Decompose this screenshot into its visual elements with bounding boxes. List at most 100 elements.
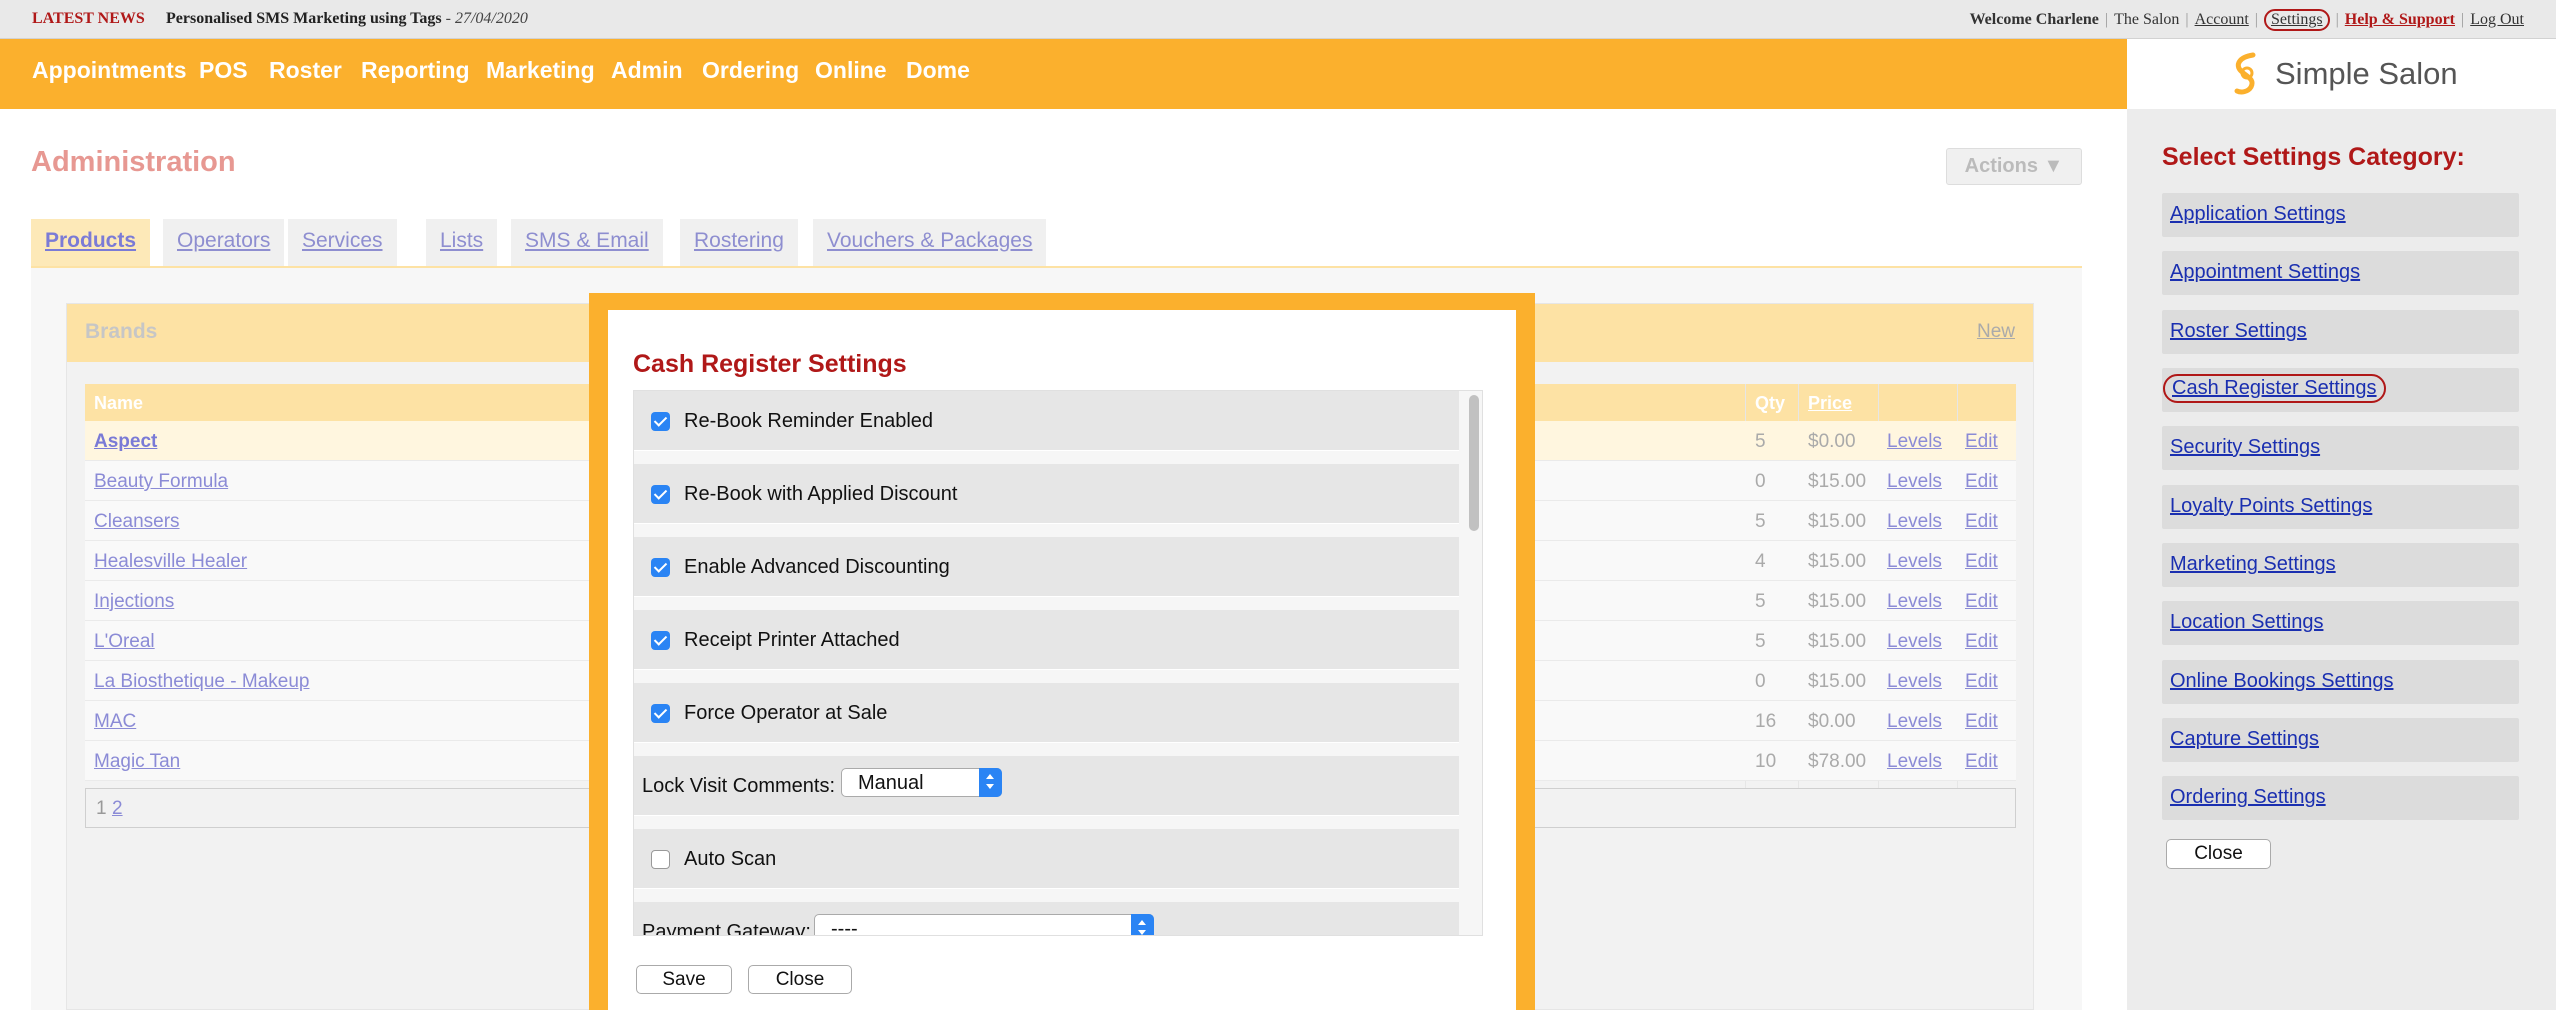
help-support-link[interactable]: Help & Support — [2345, 11, 2455, 29]
modal-close-button[interactable]: Close — [748, 965, 852, 994]
category-link[interactable]: Location Settings — [2170, 611, 2323, 634]
nav-roster[interactable]: Roster — [269, 57, 342, 84]
nav-ordering[interactable]: Ordering — [702, 57, 799, 84]
levels-link[interactable]: Levels — [1887, 631, 1942, 653]
edit-link[interactable]: Edit — [1965, 431, 1998, 453]
edit-link[interactable]: Edit — [1965, 711, 1998, 733]
tab-lists[interactable]: Lists — [426, 219, 498, 266]
category-link[interactable]: Online Bookings Settings — [2170, 670, 2393, 693]
category-appointment-settings[interactable]: Appointment Settings — [2162, 251, 2519, 295]
levels-link[interactable]: Levels — [1887, 711, 1942, 733]
setting-row-auto-scan: Auto Scan — [634, 829, 1459, 889]
edit-link[interactable]: Edit — [1965, 471, 1998, 493]
levels-link[interactable]: Levels — [1887, 671, 1942, 693]
account-link[interactable]: Account — [2195, 11, 2249, 29]
tab-services[interactable]: Services — [288, 219, 397, 266]
brand-name-link[interactable]: L'Oreal — [94, 631, 155, 653]
nav-online[interactable]: Online — [815, 57, 887, 84]
nav-reporting[interactable]: Reporting — [361, 57, 470, 84]
category-roster-settings[interactable]: Roster Settings — [2162, 310, 2519, 354]
category-link[interactable]: Security Settings — [2170, 436, 2320, 459]
tab-sms-email[interactable]: SMS & Email — [511, 219, 663, 266]
levels-link[interactable]: Levels — [1887, 431, 1942, 453]
news-headline[interactable]: Personalised SMS Marketing using Tags - … — [166, 10, 528, 28]
setting-row-advanced-discounting: Enable Advanced Discounting — [634, 537, 1459, 708]
brand-name-link[interactable]: Healesville Healer — [94, 551, 247, 573]
edit-link[interactable]: Edit — [1965, 511, 1998, 533]
edit-link[interactable]: Edit — [1965, 591, 1998, 613]
payment-gateway-select[interactable]: ---- — [814, 914, 1154, 936]
edit-link[interactable]: Edit — [1965, 551, 1998, 573]
simple-salon-logo[interactable]: Simple Salon — [2229, 51, 2458, 97]
tab-vouchers-packages[interactable]: Vouchers & Packages — [813, 219, 1047, 266]
brand-price: $15.00 — [1808, 671, 1867, 692]
save-button[interactable]: Save — [636, 965, 732, 994]
brand-qty: 10 — [1755, 751, 1777, 772]
rebook-reminder-checkbox[interactable] — [651, 412, 670, 431]
lock-visit-comments-select[interactable]: Manual — [841, 768, 1002, 797]
tab-products[interactable]: Products — [31, 219, 151, 266]
actions-dropdown-button[interactable]: Actions ▼ — [1946, 148, 2082, 185]
receipt-printer-checkbox[interactable] — [651, 631, 670, 650]
brand-name-link[interactable]: Cleansers — [94, 511, 180, 533]
nav-admin[interactable]: Admin — [611, 57, 683, 84]
nav-pos[interactable]: POS — [199, 57, 248, 84]
edit-link[interactable]: Edit — [1965, 631, 1998, 653]
category-link[interactable]: Appointment Settings — [2170, 261, 2360, 284]
brand-name-link[interactable]: Beauty Formula — [94, 471, 228, 493]
category-location-settings[interactable]: Location Settings — [2162, 601, 2519, 645]
modal-title: Cash Register Settings — [633, 350, 907, 378]
nav-dome[interactable]: Dome — [906, 57, 970, 84]
scrollbar-thumb[interactable] — [1469, 395, 1479, 531]
category-link[interactable]: Cash Register Settings — [2163, 374, 2386, 403]
side-close-button[interactable]: Close — [2166, 839, 2271, 869]
brand-name-link[interactable]: Magic Tan — [94, 751, 180, 773]
force-operator-checkbox[interactable] — [651, 704, 670, 723]
category-application-settings[interactable]: Application Settings — [2162, 193, 2519, 237]
tab-operators[interactable]: Operators — [163, 219, 285, 266]
settings-list[interactable]: Re-Book Reminder Enabled Re-Book with Ap… — [633, 390, 1483, 936]
category-loyalty-points-settings[interactable]: Loyalty Points Settings — [2162, 485, 2519, 529]
category-ordering-settings[interactable]: Ordering Settings — [2162, 776, 2519, 820]
category-link[interactable]: Roster Settings — [2170, 320, 2307, 343]
new-brand-link[interactable]: New — [1977, 321, 2015, 343]
brand-name-link[interactable]: Aspect — [94, 431, 157, 453]
select-arrows-icon — [1131, 914, 1154, 935]
brand-name-link[interactable]: Injections — [94, 591, 174, 613]
advanced-discounting-checkbox[interactable] — [651, 558, 670, 577]
rebook-discount-checkbox[interactable] — [651, 485, 670, 504]
category-security-settings[interactable]: Security Settings — [2162, 426, 2519, 470]
top-news-bar: LATEST NEWS Personalised SMS Marketing u… — [0, 0, 2556, 39]
levels-link[interactable]: Levels — [1887, 471, 1942, 493]
brand-qty: 0 — [1755, 671, 1766, 692]
category-link[interactable]: Application Settings — [2170, 203, 2346, 226]
edit-link[interactable]: Edit — [1965, 671, 1998, 693]
settings-scrollbar[interactable] — [1466, 391, 1482, 935]
edit-link[interactable]: Edit — [1965, 751, 1998, 773]
category-cash-register-settings[interactable]: Cash Register Settings — [2162, 368, 2519, 412]
settings-link[interactable]: Settings — [2264, 9, 2330, 31]
levels-link[interactable]: Levels — [1887, 511, 1942, 533]
brand-name-link[interactable]: MAC — [94, 711, 136, 733]
page-2-link[interactable]: 2 — [112, 798, 123, 820]
category-link[interactable]: Capture Settings — [2170, 728, 2319, 751]
brand-price: $15.00 — [1808, 591, 1867, 612]
settings-category-heading: Select Settings Category: — [2162, 143, 2465, 171]
category-link[interactable]: Ordering Settings — [2170, 786, 2326, 809]
column-price-sort[interactable]: Price — [1808, 393, 1852, 414]
category-link[interactable]: Marketing Settings — [2170, 553, 2336, 576]
levels-link[interactable]: Levels — [1887, 751, 1942, 773]
payment-gateway-value: ---- — [831, 918, 858, 936]
brand-name-link[interactable]: La Biosthetique - Makeup — [94, 671, 309, 693]
nav-appointments[interactable]: Appointments — [32, 57, 187, 84]
category-online-bookings-settings[interactable]: Online Bookings Settings — [2162, 660, 2519, 704]
levels-link[interactable]: Levels — [1887, 551, 1942, 573]
tab-rostering[interactable]: Rostering — [680, 219, 798, 266]
category-marketing-settings[interactable]: Marketing Settings — [2162, 543, 2519, 587]
category-link[interactable]: Loyalty Points Settings — [2170, 495, 2372, 518]
logout-link[interactable]: Log Out — [2470, 11, 2524, 29]
auto-scan-checkbox[interactable] — [651, 850, 670, 869]
nav-marketing[interactable]: Marketing — [486, 57, 595, 84]
category-capture-settings[interactable]: Capture Settings — [2162, 718, 2519, 762]
levels-link[interactable]: Levels — [1887, 591, 1942, 613]
